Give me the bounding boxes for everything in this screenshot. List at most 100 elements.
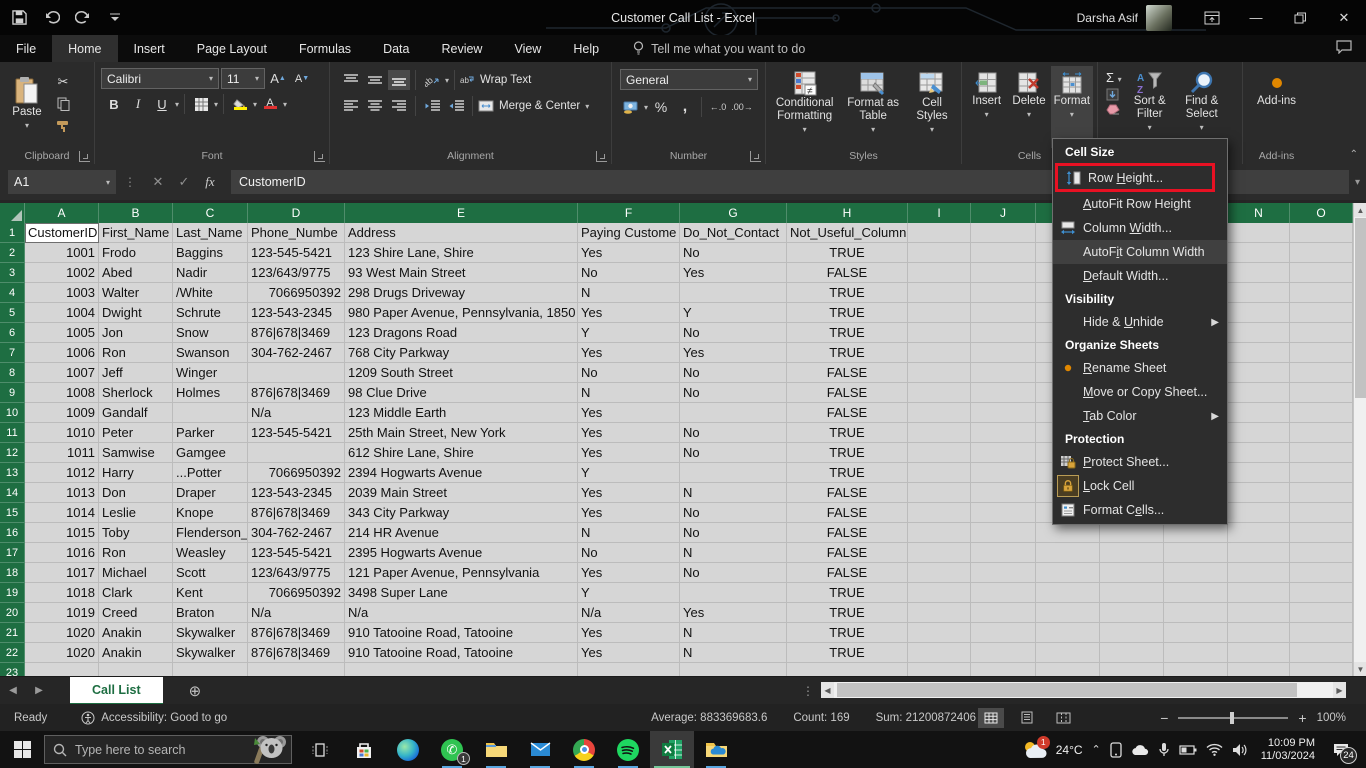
cell-F19[interactable]: Y: [578, 583, 680, 603]
cell-C1[interactable]: Last_Name: [173, 223, 248, 243]
cell-G16[interactable]: No: [680, 523, 787, 543]
menu-item-format-cells[interactable]: Format Cells...: [1053, 498, 1227, 522]
tab-review[interactable]: Review: [425, 35, 498, 62]
cell-H15[interactable]: FALSE: [787, 503, 908, 523]
menu-item-protect-sheet[interactable]: Protect Sheet...: [1053, 450, 1227, 474]
cell-D4[interactable]: 7066950392: [248, 283, 345, 303]
cell-H1[interactable]: Not_Useful_Column: [787, 223, 908, 243]
row-header-7[interactable]: 7: [0, 343, 25, 363]
cell-D5[interactable]: 123-543-2345: [248, 303, 345, 323]
cell-B4[interactable]: Walter: [99, 283, 173, 303]
cell-D16[interactable]: 304-762-2467: [248, 523, 345, 543]
underline-dropdown-icon[interactable]: ▾: [175, 100, 179, 109]
cell-A23[interactable]: [25, 663, 99, 676]
cell-G22[interactable]: N: [680, 643, 787, 663]
decrease-decimal-icon[interactable]: .00→: [731, 97, 753, 117]
row-header-3[interactable]: 3: [0, 263, 25, 283]
cell-A7[interactable]: 1006: [25, 343, 99, 363]
cell-E10[interactable]: 123 Middle Earth: [345, 403, 578, 423]
cell-C7[interactable]: Swanson: [173, 343, 248, 363]
cell-L19[interactable]: [1100, 583, 1164, 603]
scroll-left-icon[interactable]: ◀: [821, 682, 834, 698]
addins-button[interactable]: Add-ins: [1248, 66, 1306, 108]
cell-E7[interactable]: 768 City Parkway: [345, 343, 578, 363]
customize-quick-access-icon[interactable]: [106, 9, 124, 27]
format-as-table-button[interactable]: Format as Table ▾: [843, 66, 903, 148]
borders-icon[interactable]: [190, 94, 212, 114]
cell-J11[interactable]: [971, 423, 1036, 443]
cell-O6[interactable]: [1290, 323, 1353, 343]
cell-C15[interactable]: Knope: [173, 503, 248, 523]
cell-J7[interactable]: [971, 343, 1036, 363]
cell-F21[interactable]: Yes: [578, 623, 680, 643]
cell-K19[interactable]: [1036, 583, 1100, 603]
row-header-10[interactable]: 10: [0, 403, 25, 423]
orientation-dropdown-icon[interactable]: ▾: [445, 76, 449, 85]
font-size-combo[interactable]: 11▾: [221, 68, 265, 89]
cell-I20[interactable]: [908, 603, 971, 623]
cell-F22[interactable]: Yes: [578, 643, 680, 663]
cell-O12[interactable]: [1290, 443, 1353, 463]
column-header-F[interactable]: F: [578, 203, 680, 223]
cell-C10[interactable]: [173, 403, 248, 423]
cell-M18[interactable]: [1164, 563, 1228, 583]
undo-icon[interactable]: [42, 9, 60, 27]
cell-J18[interactable]: [971, 563, 1036, 583]
cell-G21[interactable]: N: [680, 623, 787, 643]
cell-H18[interactable]: FALSE: [787, 563, 908, 583]
tab-data[interactable]: Data: [367, 35, 425, 62]
cell-B7[interactable]: Ron: [99, 343, 173, 363]
cut-icon[interactable]: ✂: [52, 72, 74, 92]
cell-G3[interactable]: Yes: [680, 263, 787, 283]
cell-G12[interactable]: No: [680, 443, 787, 463]
cell-O21[interactable]: [1290, 623, 1353, 643]
find-select-button[interactable]: Find & Select ▾: [1176, 66, 1228, 148]
onedrive-cloud-icon[interactable]: [1131, 744, 1149, 756]
cell-A2[interactable]: 1001: [25, 243, 99, 263]
cell-G7[interactable]: Yes: [680, 343, 787, 363]
zoom-in-icon[interactable]: +: [1298, 710, 1306, 726]
cell-G5[interactable]: Y: [680, 303, 787, 323]
cell-L23[interactable]: [1100, 663, 1164, 676]
file-explorer-icon[interactable]: [474, 731, 518, 768]
cell-J9[interactable]: [971, 383, 1036, 403]
tab-page-layout[interactable]: Page Layout: [181, 35, 283, 62]
cell-J6[interactable]: [971, 323, 1036, 343]
cell-B10[interactable]: Gandalf: [99, 403, 173, 423]
cell-D8[interactable]: [248, 363, 345, 383]
cell-J15[interactable]: [971, 503, 1036, 523]
cell-B9[interactable]: Sherlock: [99, 383, 173, 403]
cell-J5[interactable]: [971, 303, 1036, 323]
cell-M19[interactable]: [1164, 583, 1228, 603]
cell-A8[interactable]: 1007: [25, 363, 99, 383]
next-sheet-icon[interactable]: ▶: [26, 685, 52, 696]
cell-E11[interactable]: 25th Main Street, New York: [345, 423, 578, 443]
cell-O20[interactable]: [1290, 603, 1353, 623]
cell-I2[interactable]: [908, 243, 971, 263]
cell-H11[interactable]: TRUE: [787, 423, 908, 443]
font-color-icon[interactable]: A: [259, 94, 281, 114]
scroll-up-icon[interactable]: ▲: [1354, 203, 1366, 217]
center-icon[interactable]: [364, 96, 386, 116]
cell-E17[interactable]: 2395 Hogwarts Avenue: [345, 543, 578, 563]
cell-J13[interactable]: [971, 463, 1036, 483]
cell-C11[interactable]: Parker: [173, 423, 248, 443]
cell-K21[interactable]: [1036, 623, 1100, 643]
cell-O18[interactable]: [1290, 563, 1353, 583]
row-header-5[interactable]: 5: [0, 303, 25, 323]
cell-H7[interactable]: TRUE: [787, 343, 908, 363]
cell-M23[interactable]: [1164, 663, 1228, 676]
row-header-8[interactable]: 8: [0, 363, 25, 383]
cell-D11[interactable]: 123-545-5421: [248, 423, 345, 443]
cell-L20[interactable]: [1100, 603, 1164, 623]
cell-C4[interactable]: /White: [173, 283, 248, 303]
underline-button[interactable]: U: [151, 94, 173, 114]
cell-N2[interactable]: [1228, 243, 1290, 263]
row-header-17[interactable]: 17: [0, 543, 25, 563]
cell-A18[interactable]: 1017: [25, 563, 99, 583]
cell-J22[interactable]: [971, 643, 1036, 663]
cell-A12[interactable]: 1011: [25, 443, 99, 463]
cell-C3[interactable]: Nadir: [173, 263, 248, 283]
cell-G9[interactable]: No: [680, 383, 787, 403]
cell-N1[interactable]: [1228, 223, 1290, 243]
